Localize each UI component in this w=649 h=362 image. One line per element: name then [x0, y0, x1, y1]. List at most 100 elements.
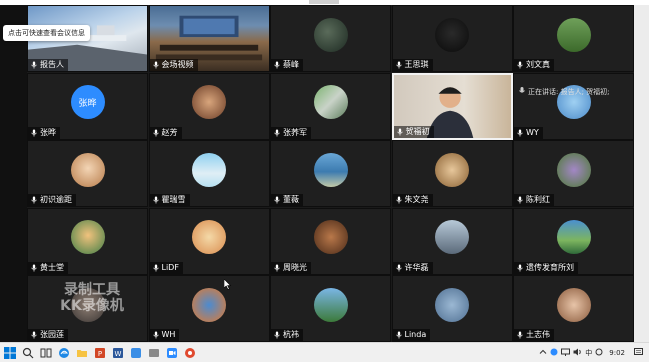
- taskbar-clock[interactable]: 9:02: [609, 349, 625, 357]
- participant-name-bar: 初识逾距: [28, 194, 76, 206]
- word-icon[interactable]: W: [110, 345, 126, 361]
- participant-name-bar: 周晓光: [271, 261, 311, 274]
- mic-icon: [516, 61, 524, 69]
- participant-tile[interactable]: 周晓光: [270, 207, 391, 275]
- participant-name: 张荞军: [283, 127, 307, 137]
- mic-icon: [152, 61, 160, 69]
- participant-name-bar: 董薇: [271, 194, 303, 206]
- participant-tile[interactable]: 许华磊: [391, 207, 513, 275]
- participant-name-bar: 许华磊: [392, 261, 433, 274]
- app-blue-icon[interactable]: [128, 345, 144, 361]
- participant-name: 蔡峰: [283, 60, 299, 69]
- mouse-cursor-icon: [224, 279, 232, 290]
- participant-avatar: [192, 220, 226, 255]
- participant-name: 贺福初: [405, 126, 430, 136]
- participant-avatar: [435, 287, 469, 322]
- participant-tile[interactable]: WY: [513, 72, 634, 140]
- participant-name: 张园莲: [40, 330, 64, 339]
- start-icon[interactable]: [2, 345, 18, 361]
- mic-icon: [395, 331, 403, 339]
- tray-app-icon[interactable]: [550, 348, 558, 358]
- participant-tile[interactable]: 杭祎: [270, 275, 391, 342]
- participant-name-bar: 土志伟: [514, 329, 554, 341]
- participant-avatar: [435, 17, 469, 52]
- participant-name: 瞿瑞雪: [161, 195, 186, 204]
- participant-tile[interactable]: 初识逾距: [27, 140, 148, 207]
- mic-icon: [273, 61, 281, 69]
- mic-icon: [30, 331, 38, 339]
- participant-name: WY: [526, 127, 539, 137]
- participant-name: 周晓光: [283, 262, 307, 272]
- participant-tile[interactable]: 瞿瑞雪: [148, 140, 270, 207]
- participant-tile[interactable]: 张荞军: [270, 72, 391, 140]
- volume-icon[interactable]: [573, 348, 582, 358]
- speaking-indicator: 正在讲话: 报告人; 贺福初;: [519, 87, 610, 97]
- participant-tile[interactable]: 张晔 张晔: [27, 72, 148, 140]
- participant-avatar: [192, 85, 226, 120]
- participant-tile[interactable]: 黄士堂: [27, 207, 148, 275]
- file-explorer-icon[interactable]: [74, 345, 90, 361]
- svg-text:W: W: [115, 350, 122, 358]
- participant-tile[interactable]: 会场视频: [148, 5, 270, 72]
- recorder-app-icon[interactable]: [182, 345, 198, 361]
- participant-avatar: [313, 152, 348, 187]
- participant-tile[interactable]: 贺福初: [391, 72, 513, 140]
- powerpoint-icon[interactable]: P: [92, 345, 108, 361]
- participant-tile[interactable]: LiDF: [148, 207, 270, 275]
- mic-icon: [273, 331, 281, 339]
- mic-icon: [273, 196, 281, 204]
- participant-tile[interactable]: 朱文尧: [391, 140, 513, 207]
- ime-mode-icon[interactable]: [595, 348, 603, 358]
- mic-icon: [152, 331, 160, 339]
- participant-tile[interactable]: WH: [148, 275, 270, 342]
- ime-indicator[interactable]: 中: [585, 348, 592, 358]
- mic-icon: [395, 264, 403, 272]
- participant-tile[interactable]: 王思琪: [391, 5, 513, 72]
- participant-name-bar: 遗传发育所刘: [514, 261, 578, 274]
- participant-name-bar: 朱文尧: [392, 194, 433, 206]
- windows-taskbar: P W 中 9:02: [0, 342, 649, 362]
- mic-icon: [152, 129, 160, 137]
- task-view-icon[interactable]: [38, 345, 54, 361]
- participant-avatar: [70, 220, 105, 255]
- participant-name-bar: 会场视频: [149, 59, 198, 71]
- zoom-app-icon[interactable]: [164, 345, 180, 361]
- participant-tile[interactable]: 土志伟: [513, 275, 634, 342]
- participant-tile[interactable]: 蔡峰: [270, 5, 391, 72]
- participant-name: Linda: [404, 330, 427, 339]
- participant-name-bar: WH: [149, 329, 180, 341]
- participant-tile[interactable]: 赵芳: [148, 72, 270, 140]
- participant-name: 会场视频: [161, 60, 194, 69]
- mic-icon: [273, 264, 281, 272]
- tray-chevron-up-icon[interactable]: [539, 348, 547, 358]
- participant-avatar: [192, 287, 226, 322]
- left-edge-panel: [0, 5, 27, 342]
- window-grip[interactable]: [309, 0, 339, 4]
- mic-icon: [30, 61, 38, 69]
- mic-icon: [30, 196, 38, 204]
- participant-tile[interactable]: 遗传发育所刘: [513, 207, 634, 275]
- participant-avatar: [556, 152, 591, 187]
- participant-name-bar: 张园莲: [28, 329, 68, 341]
- participant-name: 赵芳: [161, 127, 178, 137]
- mic-icon: [395, 61, 403, 69]
- mic-icon: [516, 129, 524, 137]
- participant-initials-avatar: 张晔: [70, 85, 105, 120]
- app-gray-icon[interactable]: [146, 345, 162, 361]
- participant-name: 朱文尧: [404, 195, 429, 204]
- participant-tile[interactable]: 董薇: [270, 140, 391, 207]
- participant-tile[interactable]: Linda: [391, 275, 513, 342]
- notification-icon[interactable]: [634, 348, 643, 358]
- meeting-info-tooltip: 点击可快速查看会议信息: [3, 25, 90, 41]
- search-icon[interactable]: [20, 345, 36, 361]
- network-icon[interactable]: [561, 348, 571, 358]
- participant-avatar: [556, 287, 591, 322]
- participant-name: 刘文真: [526, 60, 550, 69]
- mic-icon: [273, 129, 281, 137]
- participant-tile[interactable]: 刘文真: [513, 5, 634, 72]
- participant-avatar: [435, 152, 469, 187]
- participant-name-bar: 赵芳: [149, 126, 182, 139]
- participant-name-bar: 张晔: [28, 126, 60, 139]
- participant-tile[interactable]: 陈利红: [513, 140, 634, 207]
- edge-browser-icon[interactable]: [56, 345, 72, 361]
